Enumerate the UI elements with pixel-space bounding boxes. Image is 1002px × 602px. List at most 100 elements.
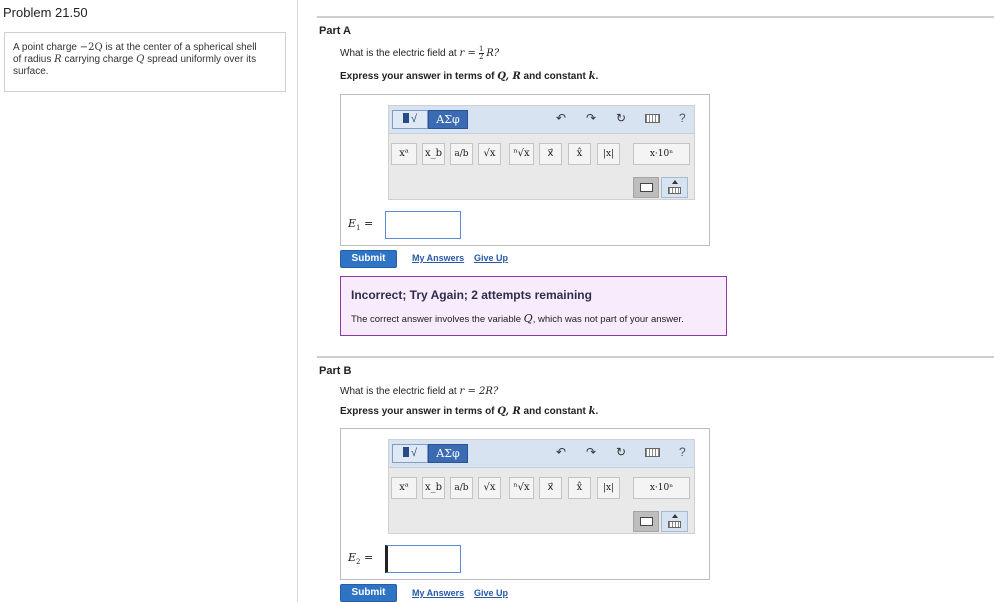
chevron-up-icon [672,180,678,184]
feedback-box: Incorrect; Try Again; 2 attempts remaini… [340,276,727,336]
problem-text: is at the center of a spherical shell [102,42,257,53]
instruction-text: Express your answer in terms of [340,71,498,82]
feedback-text-part: The correct answer involves the variable [351,314,524,325]
instruction-text: Express your answer in terms of [340,406,498,417]
backspace-icon [640,517,653,526]
sqrt-button[interactable]: √x [478,477,501,499]
question-tail: R? [486,48,500,60]
template-square-icon [402,113,409,123]
backspace-button[interactable] [633,177,659,198]
problem-radius: R [54,54,62,65]
absolute-value-button[interactable]: |x| [597,143,620,165]
feedback-var: Q [523,312,533,325]
chevron-up-icon [672,514,678,518]
part-a-question: What is the electric field at r = 12 R? [340,46,499,61]
keyboard-toggle-button[interactable] [661,177,688,198]
part-b-answer-editor: √ ΑΣφ ↶ ↷ ↻ ? xᵃ x_b a/b √x ⁿ√x x⃗ x̂ |x… [340,428,710,580]
question-text: What is the electric field at [340,386,460,397]
greek-symbols-button[interactable]: ΑΣφ [428,444,468,463]
vector-button[interactable]: x⃗ [539,477,562,499]
answer-label: E1 = [348,217,373,232]
question-text: What is the electric field at [340,48,460,60]
templates-label: √ [410,447,418,459]
templates-button[interactable]: √ [392,444,428,463]
problem-sidebar: Problem 21.50 A point charge −2Q is at t… [0,0,298,602]
feedback-text-part: , which was not part of your answer. [532,314,684,325]
my-answers-link[interactable]: My Answers [412,253,464,263]
answer-input[interactable] [385,211,461,239]
instruction-vars: Q, R [497,71,521,82]
instruction-const: k [588,71,596,82]
instruction-text: . [595,406,599,417]
reset-icon[interactable]: ↻ [616,111,626,125]
answer-input[interactable] [385,545,461,573]
reset-icon[interactable]: ↻ [616,445,626,459]
problem-charge: −2Q [79,42,103,53]
keyboard-toggle-button[interactable] [661,511,688,532]
part-a-divider [317,16,994,18]
undo-icon[interactable]: ↶ [556,445,566,459]
redo-icon[interactable]: ↷ [586,111,596,125]
superscript-button[interactable]: xᵃ [391,143,417,165]
instruction-text: and constant [520,71,589,82]
submit-button[interactable]: Submit [340,250,397,268]
help-button[interactable]: ? [679,445,686,459]
instruction-text: . [595,71,599,82]
answer-var: E [348,551,357,564]
answer-var: E [348,217,357,230]
instruction-vars: Q, R [497,406,521,417]
subscript-button[interactable]: x_b [422,143,445,165]
problem-statement: A point charge −2Q is at the center of a… [4,32,286,92]
toolbar-header: √ ΑΣφ ↶ ↷ ↻ ? [389,106,694,134]
nth-root-button[interactable]: ⁿ√x [509,143,534,165]
math-toolbar: √ ΑΣφ ↶ ↷ ↻ ? xᵃ x_b a/b √x ⁿ√x x⃗ x̂ |x… [388,439,695,534]
fraction-button[interactable]: a/b [450,143,473,165]
vector-button[interactable]: x⃗ [539,143,562,165]
backspace-icon [640,183,653,192]
problem-text: of radius [13,54,55,65]
give-up-link[interactable]: Give Up [474,588,508,598]
scientific-notation-button[interactable]: x·10ⁿ [633,477,690,499]
problem-text: spread uniformly over its [144,54,257,65]
part-a-instructions: Express your answer in terms of Q, R and… [340,71,598,82]
fraction-denominator: 2 [479,53,484,61]
part-b-divider [317,356,994,358]
nth-root-button[interactable]: ⁿ√x [509,477,534,499]
keyboard-icon [668,521,681,528]
answer-eq: = [360,217,374,230]
instruction-const: k [588,406,596,417]
redo-icon[interactable]: ↷ [586,445,596,459]
problem-text: carrying charge [61,54,137,65]
feedback-text: The correct answer involves the variable… [351,312,684,325]
subscript-button[interactable]: x_b [422,477,445,499]
undo-icon[interactable]: ↶ [556,111,566,125]
answer-eq: = [360,551,374,564]
part-a-title: Part A [319,25,351,37]
submit-button[interactable]: Submit [340,584,397,602]
keyboard-icon [668,187,681,194]
problem-text: surface. [13,66,49,77]
sqrt-button[interactable]: √x [478,143,501,165]
part-a-answer-editor: √ ΑΣφ ↶ ↷ ↻ ? xᵃ x_b a/b √x ⁿ√x x⃗ x̂ |x… [340,94,710,246]
keyboard-icon[interactable] [645,114,660,123]
fraction-button[interactable]: a/b [450,477,473,499]
give-up-link[interactable]: Give Up [474,253,508,263]
backspace-button[interactable] [633,511,659,532]
scientific-notation-button[interactable]: x·10ⁿ [633,143,690,165]
keyboard-icon[interactable] [645,448,660,457]
greek-symbols-button[interactable]: ΑΣφ [428,110,468,129]
part-b-question: What is the electric field at r = 2R? [340,386,498,397]
toolbar-header: √ ΑΣφ ↶ ↷ ↻ ? [389,440,694,468]
question-eq: = [464,48,480,60]
superscript-button[interactable]: xᵃ [391,477,417,499]
help-button[interactable]: ? [679,111,686,125]
problem-text: A point charge [13,42,80,53]
answer-label: E2 = [348,551,373,566]
unit-vector-button[interactable]: x̂ [568,143,591,165]
question-tail: 2R? [479,386,499,397]
part-b-instructions: Express your answer in terms of Q, R and… [340,406,598,417]
my-answers-link[interactable]: My Answers [412,588,464,598]
absolute-value-button[interactable]: |x| [597,477,620,499]
templates-button[interactable]: √ [392,110,428,129]
unit-vector-button[interactable]: x̂ [568,477,591,499]
